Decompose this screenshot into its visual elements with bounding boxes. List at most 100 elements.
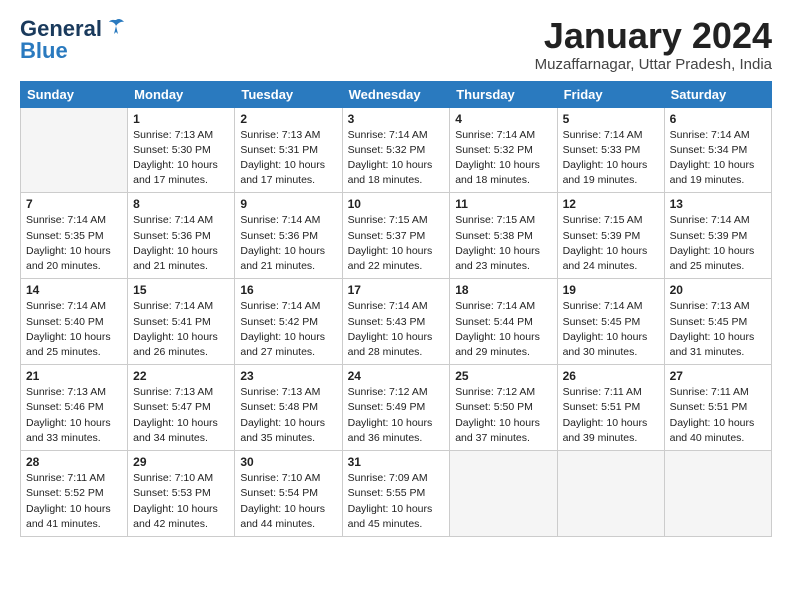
calendar-cell: 17Sunrise: 7:14 AMSunset: 5:43 PMDayligh… (342, 279, 450, 365)
calendar-cell: 19Sunrise: 7:14 AMSunset: 5:45 PMDayligh… (557, 279, 664, 365)
calendar-header-row: Sunday Monday Tuesday Wednesday Thursday… (21, 81, 772, 107)
day-info-line: Sunrise: 7:14 AM (348, 300, 428, 312)
day-info-line: Daylight: 10 hours (240, 245, 325, 257)
day-info: Sunrise: 7:12 AMSunset: 5:50 PMDaylight:… (455, 385, 551, 446)
day-info-line: Sunset: 5:39 PM (563, 230, 641, 242)
day-info-line: Sunset: 5:55 PM (348, 487, 426, 499)
day-info-line: Sunrise: 7:11 AM (563, 386, 642, 398)
day-info-line: Daylight: 10 hours (455, 159, 540, 171)
day-number: 29 (133, 455, 229, 469)
logo: General Blue (20, 16, 126, 64)
header-monday: Monday (128, 81, 235, 107)
day-number: 16 (240, 283, 336, 297)
calendar-cell: 7Sunrise: 7:14 AMSunset: 5:35 PMDaylight… (21, 193, 128, 279)
day-info-line: Daylight: 10 hours (348, 245, 433, 257)
day-info-line: and 40 minutes. (670, 432, 745, 444)
day-info-line: Daylight: 10 hours (455, 417, 540, 429)
week-row-4: 21Sunrise: 7:13 AMSunset: 5:46 PMDayligh… (21, 365, 772, 451)
calendar-cell (450, 451, 557, 537)
day-info-line: and 25 minutes. (670, 260, 745, 272)
day-info-line: Sunset: 5:36 PM (240, 230, 318, 242)
day-info-line: and 37 minutes. (455, 432, 530, 444)
day-info-line: Sunrise: 7:13 AM (240, 386, 320, 398)
day-info-line: Sunset: 5:54 PM (240, 487, 318, 499)
day-info-line: Sunset: 5:51 PM (670, 401, 748, 413)
calendar-cell: 20Sunrise: 7:13 AMSunset: 5:45 PMDayligh… (664, 279, 771, 365)
day-info-line: Daylight: 10 hours (670, 331, 755, 343)
day-info-line: Sunset: 5:36 PM (133, 230, 211, 242)
calendar-table: Sunday Monday Tuesday Wednesday Thursday… (20, 81, 772, 537)
header-saturday: Saturday (664, 81, 771, 107)
calendar-cell: 10Sunrise: 7:15 AMSunset: 5:37 PMDayligh… (342, 193, 450, 279)
title-block: January 2024 Muzaffarnagar, Uttar Prades… (535, 16, 772, 73)
calendar-cell (557, 451, 664, 537)
day-info: Sunrise: 7:14 AMSunset: 5:32 PMDaylight:… (348, 128, 445, 189)
day-info-line: Sunrise: 7:13 AM (133, 386, 213, 398)
calendar-cell: 31Sunrise: 7:09 AMSunset: 5:55 PMDayligh… (342, 451, 450, 537)
day-info-line: Daylight: 10 hours (133, 159, 218, 171)
day-info-line: Sunset: 5:33 PM (563, 144, 641, 156)
calendar-cell: 13Sunrise: 7:14 AMSunset: 5:39 PMDayligh… (664, 193, 771, 279)
day-info-line: Sunset: 5:40 PM (26, 316, 104, 328)
day-info-line: Sunrise: 7:12 AM (348, 386, 428, 398)
day-info-line: Daylight: 10 hours (563, 159, 648, 171)
calendar-cell: 26Sunrise: 7:11 AMSunset: 5:51 PMDayligh… (557, 365, 664, 451)
month-title: January 2024 (535, 16, 772, 56)
day-info: Sunrise: 7:13 AMSunset: 5:31 PMDaylight:… (240, 128, 336, 189)
day-info-line: Sunset: 5:50 PM (455, 401, 533, 413)
day-info-line: Sunset: 5:45 PM (563, 316, 641, 328)
header-tuesday: Tuesday (235, 81, 342, 107)
day-info: Sunrise: 7:14 AMSunset: 5:36 PMDaylight:… (133, 213, 229, 274)
day-info-line: Sunrise: 7:14 AM (455, 129, 535, 141)
day-info: Sunrise: 7:14 AMSunset: 5:45 PMDaylight:… (563, 299, 659, 360)
day-info-line: and 30 minutes. (563, 346, 638, 358)
day-number: 2 (240, 112, 336, 126)
day-info-line: Sunset: 5:52 PM (26, 487, 104, 499)
day-info-line: Sunset: 5:35 PM (26, 230, 104, 242)
calendar-cell: 8Sunrise: 7:14 AMSunset: 5:36 PMDaylight… (128, 193, 235, 279)
day-info-line: and 27 minutes. (240, 346, 315, 358)
week-row-2: 7Sunrise: 7:14 AMSunset: 5:35 PMDaylight… (21, 193, 772, 279)
day-info-line: and 20 minutes. (26, 260, 101, 272)
day-number: 7 (26, 197, 122, 211)
day-number: 11 (455, 197, 551, 211)
day-info-line: Daylight: 10 hours (670, 159, 755, 171)
day-info-line: Daylight: 10 hours (240, 417, 325, 429)
day-info-line: Sunrise: 7:14 AM (133, 300, 213, 312)
day-info-line: Sunrise: 7:14 AM (670, 129, 750, 141)
day-info-line: Sunrise: 7:14 AM (563, 300, 643, 312)
day-info-line: Daylight: 10 hours (240, 503, 325, 515)
day-number: 25 (455, 369, 551, 383)
day-info-line: and 42 minutes. (133, 518, 208, 530)
day-number: 15 (133, 283, 229, 297)
day-number: 21 (26, 369, 122, 383)
day-info-line: Sunset: 5:32 PM (348, 144, 426, 156)
day-info-line: Sunrise: 7:10 AM (240, 472, 320, 484)
day-info: Sunrise: 7:15 AMSunset: 5:38 PMDaylight:… (455, 213, 551, 274)
day-info-line: Sunrise: 7:09 AM (348, 472, 428, 484)
day-info-line: and 22 minutes. (348, 260, 423, 272)
calendar-cell: 5 Sunrise: 7:14 AMSunset: 5:33 PMDaylight… (557, 107, 664, 193)
day-info-line: Daylight: 10 hours (670, 417, 755, 429)
day-number: 5 (563, 112, 659, 126)
day-number: 10 (348, 197, 445, 211)
day-info: Sunrise: 7:14 AMSunset: 5:33 PMDaylight:… (563, 128, 659, 189)
day-info: Sunrise: 7:11 AMSunset: 5:51 PMDaylight:… (563, 385, 659, 446)
day-info: Sunrise: 7:14 AMSunset: 5:42 PMDaylight:… (240, 299, 336, 360)
day-info-line: and 19 minutes. (670, 174, 745, 186)
day-info-line: and 21 minutes. (240, 260, 315, 272)
day-info-line: Sunset: 5:53 PM (133, 487, 211, 499)
day-info-line: Daylight: 10 hours (348, 503, 433, 515)
day-info-line: Daylight: 10 hours (455, 331, 540, 343)
day-info-line: Daylight: 10 hours (133, 245, 218, 257)
day-number: 28 (26, 455, 122, 469)
day-info: Sunrise: 7:10 AMSunset: 5:53 PMDaylight:… (133, 471, 229, 532)
day-info-line: Daylight: 10 hours (348, 417, 433, 429)
day-info-line: Sunset: 5:32 PM (455, 144, 533, 156)
day-info: Sunrise: 7:14 AMSunset: 5:34 PMDaylight:… (670, 128, 766, 189)
day-info-line: Sunrise: 7:13 AM (670, 300, 750, 312)
day-number: 13 (670, 197, 766, 211)
day-info-line: Daylight: 10 hours (26, 503, 111, 515)
day-number: 17 (348, 283, 445, 297)
day-info-line: and 21 minutes. (133, 260, 208, 272)
